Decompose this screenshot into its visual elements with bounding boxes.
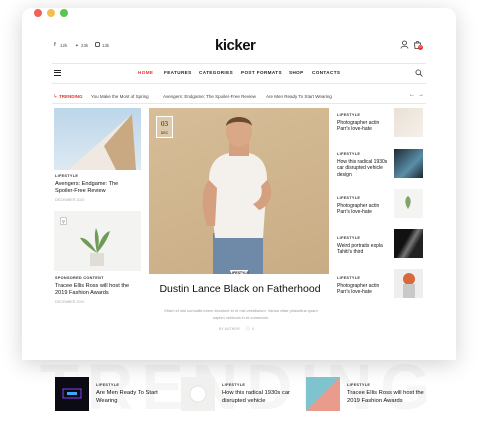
close-dot[interactable]: [34, 9, 42, 17]
social-count-instagram: 13k: [102, 43, 110, 48]
nav-divider: [52, 83, 426, 84]
post-thumb[interactable]: [394, 189, 423, 218]
post-thumb[interactable]: [394, 269, 423, 298]
featured-title[interactable]: Dustin Lance Black on Fatherhood: [150, 283, 330, 296]
trending-label: TRENDING: [59, 94, 83, 99]
trending-next-arrow[interactable]: →: [418, 92, 424, 98]
window-chrome: [22, 8, 456, 26]
post-image-plant[interactable]: [54, 211, 141, 271]
post-category[interactable]: LIFESTYLE: [337, 196, 360, 200]
nav-post-formats[interactable]: POST FORMATS: [241, 70, 282, 75]
featured-author[interactable]: BY AUTHOR: [219, 327, 240, 331]
trending-item[interactable]: Avengers: Endgame: The Spoiler-Free Revi…: [163, 94, 256, 99]
facebook-icon[interactable]: f: [54, 42, 56, 48]
nav-contacts[interactable]: CONTACTS: [312, 70, 340, 75]
trending-item[interactable]: You Make the Most of Spring: [91, 94, 149, 99]
post-date: DECEMBER 2020: [55, 198, 85, 202]
featured-date-month: DEC: [160, 131, 169, 135]
post-title[interactable]: Tracee Ellis Ross will host the 2019 Fas…: [55, 283, 139, 297]
post-title[interactable]: Avengers: Endgame: The Spoiler-Free Revi…: [55, 181, 137, 195]
bookmark-icon[interactable]: ⚲: [60, 217, 67, 225]
social-count-twitter: 23k: [81, 43, 89, 48]
featured-date-day: 03: [161, 120, 168, 128]
post-category[interactable]: LIFESTYLE: [337, 276, 360, 280]
post-category[interactable]: LIFESTYLE: [55, 174, 78, 178]
post-date: DECEMBER 2020: [55, 300, 85, 304]
post-title[interactable]: Photographer actin Parr's love-hate: [337, 203, 391, 216]
trending-item[interactable]: Are Men Ready To Start Wearing: [266, 94, 332, 99]
instagram-icon[interactable]: [95, 42, 100, 47]
minimize-dot[interactable]: [47, 9, 55, 17]
post-thumb[interactable]: [181, 377, 215, 411]
post-thumb[interactable]: [306, 377, 340, 411]
nav-features[interactable]: FEATURES: [164, 70, 192, 75]
social-count-facebook: 12k: [60, 43, 68, 48]
post-category[interactable]: LIFESTYLE: [337, 113, 360, 117]
featured-comments: 0: [252, 327, 254, 331]
post-category[interactable]: SPONSORED CONTENT: [55, 276, 104, 280]
maximize-dot[interactable]: [60, 9, 68, 17]
bolt-icon: ϟ: [54, 94, 57, 100]
nav-shop[interactable]: SHOP: [289, 70, 304, 75]
featured-excerpt: Etiam id nisl convallis lorem tincidunt …: [164, 308, 318, 320]
post-thumb[interactable]: [394, 149, 423, 178]
featured-category[interactable]: LIFESTYLE: [230, 270, 249, 276]
nav-categories[interactable]: CATEGORIES: [199, 70, 233, 75]
hamburger-icon[interactable]: [54, 70, 61, 76]
header-divider: [52, 63, 426, 64]
post-title[interactable]: Photographer actin Parr's love-hate: [337, 120, 391, 133]
post-image-architecture[interactable]: [54, 108, 141, 170]
trending-prev-arrow[interactable]: ←: [409, 92, 415, 98]
search-icon[interactable]: [415, 69, 423, 77]
post-title[interactable]: How this radical 1930s car disrupted veh…: [337, 159, 393, 178]
post-title[interactable]: Tracee Ellis Ross will host the 2019 Fas…: [347, 390, 427, 406]
nav-home[interactable]: HOME: [138, 70, 153, 75]
post-title[interactable]: Photographer actin Parr's love-hate: [337, 283, 391, 296]
trending-divider: [52, 103, 426, 104]
post-category[interactable]: LIFESTYLE: [222, 383, 245, 387]
comment-icon[interactable]: ◯: [246, 326, 250, 330]
user-icon[interactable]: [400, 40, 409, 49]
post-title[interactable]: Are Men Ready To Start Wearing: [96, 390, 176, 406]
cart-count-badge: 0: [418, 45, 423, 50]
site-logo[interactable]: kicker: [215, 37, 256, 54]
post-category[interactable]: LIFESTYLE: [347, 383, 370, 387]
post-thumb[interactable]: [55, 377, 89, 411]
post-thumb[interactable]: [394, 108, 423, 137]
featured-date-box: 03 DEC: [156, 116, 173, 138]
twitter-icon[interactable]: ✦: [75, 43, 79, 49]
post-category[interactable]: LIFESTYLE: [337, 152, 360, 156]
post-category[interactable]: LIFESTYLE: [96, 383, 119, 387]
post-title[interactable]: Weird portraits expla Tahiti's third: [337, 243, 391, 256]
post-title[interactable]: How this radical 1930s car disrupted veh…: [222, 390, 302, 406]
featured-image[interactable]: [149, 108, 329, 274]
post-category[interactable]: LIFESTYLE: [337, 236, 360, 240]
post-thumb[interactable]: [394, 229, 423, 258]
